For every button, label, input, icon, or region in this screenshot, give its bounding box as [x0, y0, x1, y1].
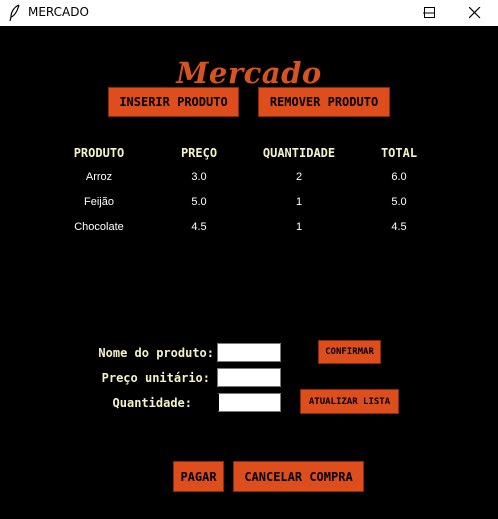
pay-button[interactable]: PAGAR [173, 461, 224, 492]
table-cell: 4.5 [191, 221, 207, 233]
table-cell: 6.0 [391, 171, 407, 183]
window-title: MERCADO [28, 5, 89, 19]
table-cell: 5.0 [191, 196, 207, 208]
column-header-quantity: QUANTIDADE [262, 146, 336, 160]
main-content: Mercado INSERIR PRODUTO REMOVER PRODUTO … [0, 26, 498, 519]
unit-price-input[interactable] [217, 368, 281, 387]
confirm-button[interactable]: CONFIRMAR [318, 340, 381, 364]
table-cell: 4.5 [391, 221, 407, 233]
product-name-label: Nome do produto: [98, 346, 214, 360]
unit-price-label: Preço unitário: [101, 371, 210, 385]
close-button[interactable] [452, 0, 498, 26]
insert-product-button[interactable]: INSERIR PRODUTO [108, 87, 239, 117]
quantity-input[interactable] [217, 393, 281, 412]
update-list-button[interactable]: ATUALIZAR LISTA [300, 389, 399, 414]
table-cell: 5.0 [391, 196, 407, 208]
table-cell: Arroz [85, 171, 113, 183]
title-bar: MERCADO [0, 0, 498, 26]
close-icon [469, 7, 481, 19]
page-title: Mercado [176, 56, 322, 90]
product-name-input[interactable] [217, 343, 281, 362]
maximize-icon [424, 7, 435, 18]
table-cell: 1 [295, 196, 303, 208]
column-header-price: PREÇO [180, 146, 218, 160]
table-cell: Feijão [84, 196, 114, 208]
column-header-total: TOTAL [380, 146, 418, 160]
table-cell: 1 [295, 221, 303, 233]
table-cell: 3.0 [191, 171, 207, 183]
maximize-button[interactable] [407, 0, 453, 26]
table-cell: Chocolate [74, 221, 124, 233]
table-cell: 2 [295, 171, 303, 183]
remove-product-button[interactable]: REMOVER PRODUTO [258, 87, 390, 117]
column-header-product: PRODUTO [73, 146, 125, 160]
cancel-purchase-button[interactable]: CANCELAR COMPRA [233, 461, 364, 492]
feather-icon [8, 4, 22, 22]
quantity-label: Quantidade: [112, 396, 192, 410]
